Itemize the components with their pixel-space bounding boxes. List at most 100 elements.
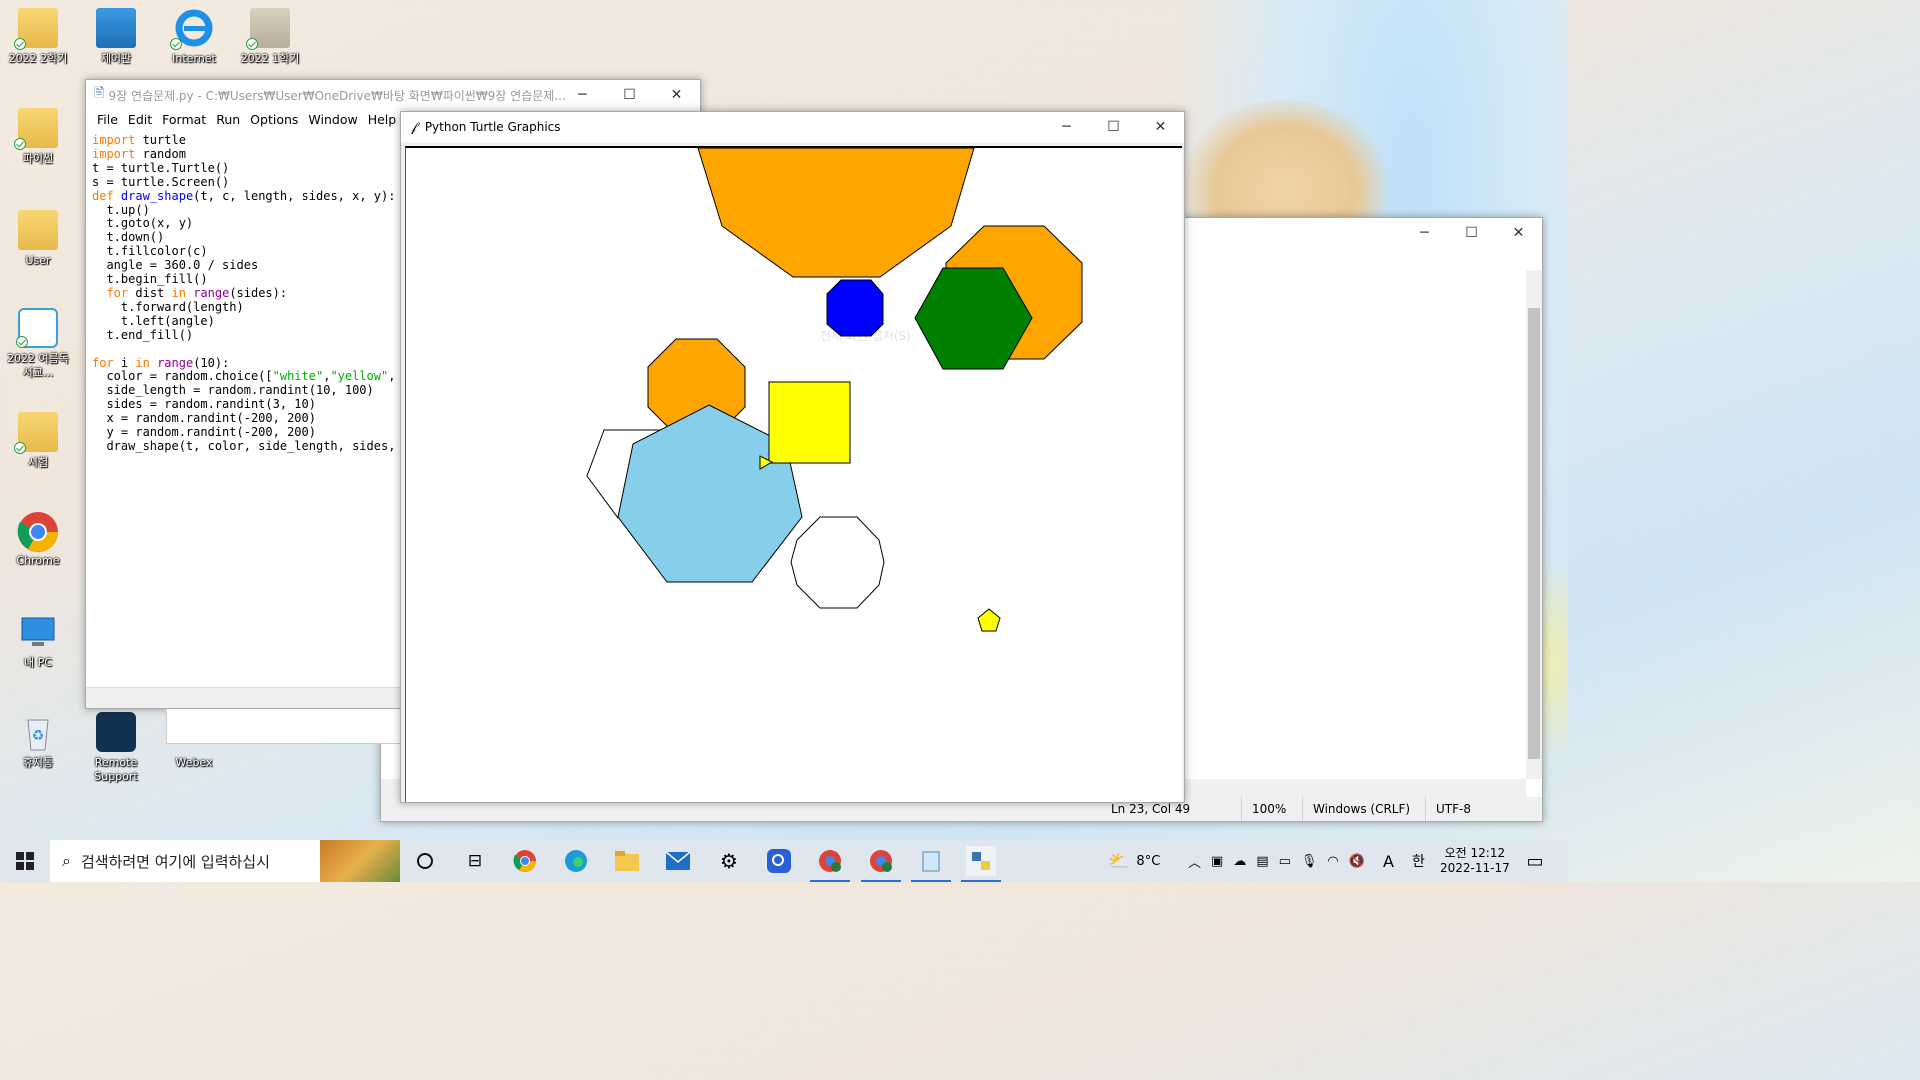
search-icon: ⌕ bbox=[62, 851, 71, 870]
taskbar-chrome[interactable] bbox=[510, 846, 540, 876]
start-button[interactable] bbox=[10, 846, 40, 876]
clock-date: 2022-11-17 bbox=[1440, 861, 1510, 875]
weather-temp: 8°C bbox=[1136, 853, 1161, 869]
menu-format[interactable]: Format bbox=[157, 110, 211, 130]
weather-widget[interactable]: ⛅ 8°C bbox=[1108, 840, 1160, 882]
idle-title-bar[interactable]: 🖹 9장 연습문제.py - C:₩Users₩User₩OneDrive₩바탕… bbox=[86, 80, 700, 110]
taskbar-search-box[interactable]: ⌕ 검색하려면 여기에 입력하십시 bbox=[50, 840, 400, 882]
close-button[interactable]: ✕ bbox=[1495, 218, 1542, 248]
hwp-document-icon bbox=[16, 308, 58, 348]
chrome-icon bbox=[17, 510, 58, 552]
taskbar-chrome-profile-1[interactable] bbox=[815, 846, 845, 876]
sync-check-icon bbox=[14, 442, 26, 454]
notification-button[interactable]: ▭ bbox=[1520, 846, 1550, 876]
display-icon[interactable]: ▤ bbox=[1256, 854, 1268, 869]
feather-icon: 𝒻 bbox=[411, 119, 417, 135]
desktop-icon-2022-1[interactable]: 2022 1학기 bbox=[235, 8, 305, 66]
menu-help[interactable]: Help bbox=[363, 110, 402, 130]
folder-icon bbox=[14, 8, 58, 50]
microphone-icon[interactable]: 🎙 bbox=[1301, 854, 1318, 869]
menu-file[interactable]: File bbox=[92, 110, 123, 130]
taskbar-settings[interactable]: ⚙ bbox=[714, 846, 744, 876]
app-search-icon bbox=[767, 849, 791, 873]
task-view-button[interactable]: ⊟ bbox=[460, 846, 490, 876]
desktop-icon-python-folder[interactable]: 파이썬 bbox=[3, 108, 73, 166]
taskbar-file-explorer[interactable] bbox=[612, 846, 642, 876]
folder-icon bbox=[14, 108, 58, 150]
maximize-button[interactable]: ☐ bbox=[1090, 112, 1137, 142]
code-editor[interactable]: import turtle import random t = turtle.T… bbox=[92, 133, 395, 454]
clock[interactable]: 오전 12:12 2022-11-17 bbox=[1440, 840, 1510, 882]
desktop-icon-chrome[interactable]: Chrome bbox=[3, 510, 73, 568]
desktop-icon-2022-2[interactable]: 2022 2학기 bbox=[3, 8, 73, 66]
search-highlight-image bbox=[320, 840, 400, 882]
desktop-icon-internet[interactable]: Internet bbox=[159, 8, 229, 66]
chevron-up-icon[interactable]: ︿ bbox=[1188, 852, 1201, 871]
onedrive-cloud-icon[interactable]: ☁ bbox=[1233, 854, 1246, 869]
edge-icon bbox=[565, 850, 587, 872]
taskbar-notepad[interactable] bbox=[916, 846, 946, 876]
yellow-square bbox=[768, 381, 851, 464]
taskbar-python[interactable] bbox=[966, 846, 996, 876]
turtle-graphics-window[interactable]: 𝒻 Python Turtle Graphics ─ ☐ ✕ 전체 화면 캡처(… bbox=[400, 111, 1185, 803]
desktop-icon-recycle-bin[interactable]: ♻ 휴지통 bbox=[3, 712, 73, 770]
cortana-icon bbox=[417, 853, 433, 869]
desktop-icon-control-panel[interactable]: 제어판 bbox=[81, 8, 151, 66]
background-window-fragment bbox=[166, 709, 403, 744]
chrome-profile-icon bbox=[870, 850, 892, 872]
wifi-icon[interactable]: ◠ bbox=[1327, 854, 1338, 869]
menu-edit[interactable]: Edit bbox=[123, 110, 157, 130]
turtle-title-bar[interactable]: 𝒻 Python Turtle Graphics ─ ☐ ✕ bbox=[401, 112, 1184, 142]
minimize-button[interactable]: ─ bbox=[1043, 112, 1090, 142]
desktop-icon-my-pc[interactable]: 내 PC bbox=[3, 612, 73, 670]
ime-mode[interactable]: A bbox=[1383, 840, 1394, 882]
taskbar-edge[interactable] bbox=[561, 846, 591, 876]
desktop-icon-user[interactable]: User bbox=[3, 210, 73, 268]
close-button[interactable]: ✕ bbox=[1137, 112, 1184, 142]
vertical-scrollbar[interactable] bbox=[1526, 270, 1542, 779]
minimize-button[interactable]: ─ bbox=[559, 80, 606, 110]
taskbar-app-search[interactable] bbox=[764, 846, 794, 876]
maximize-button[interactable]: ☐ bbox=[606, 80, 653, 110]
clock-time: 오전 12:12 bbox=[1444, 846, 1506, 860]
windows-icon bbox=[16, 852, 34, 870]
turtle-drawing: 전체 화면 캡처(S) bbox=[586, 148, 1083, 632]
taskbar-chrome-profile-2[interactable] bbox=[866, 846, 896, 876]
weather-cloud-sun-icon: ⛅ bbox=[1108, 850, 1131, 872]
search-placeholder: 검색하려면 여기에 입력하십시 bbox=[80, 852, 270, 871]
svg-text:♻: ♻ bbox=[32, 728, 45, 744]
desktop-icon-exam[interactable]: 시험 bbox=[3, 412, 73, 470]
taskbar-mail[interactable] bbox=[663, 846, 693, 876]
capture-ghost-text: 전체 화면 캡처(S) bbox=[820, 329, 911, 343]
encoding: UTF-8 bbox=[1425, 797, 1481, 821]
mail-icon bbox=[666, 852, 690, 870]
menu-options[interactable]: Options bbox=[245, 110, 303, 130]
menu-window[interactable]: Window bbox=[303, 110, 362, 130]
orange-large-polygon bbox=[697, 148, 975, 278]
remote-support-icon bbox=[96, 712, 136, 752]
computer-icon bbox=[18, 612, 58, 652]
desktop-icon-remote-support[interactable]: Remote Support bbox=[81, 712, 151, 784]
turtle-canvas[interactable]: 전체 화면 캡처(S) bbox=[405, 146, 1182, 802]
ime-language[interactable]: 한 bbox=[1412, 840, 1425, 882]
python-file-icon: 🖹 bbox=[94, 86, 105, 101]
active-indicator bbox=[810, 880, 850, 882]
minimize-button[interactable]: ─ bbox=[1401, 218, 1448, 248]
menu-run[interactable]: Run bbox=[211, 110, 245, 130]
close-button[interactable]: ✕ bbox=[653, 80, 700, 110]
yellow-pentagon bbox=[977, 608, 1001, 632]
taskbar: ⌕ 검색하려면 여기에 입력하십시 ⊟ ⚙ ⛅ 8°C ︿ ▣ ☁ ▤ ▭ 🎙 … bbox=[0, 840, 1568, 882]
battery-icon[interactable]: ▭ bbox=[1279, 854, 1291, 869]
cortana-button[interactable] bbox=[410, 846, 440, 876]
scrollbar-thumb[interactable] bbox=[1528, 308, 1540, 759]
volume-mute-icon[interactable]: 🔇 bbox=[1349, 854, 1365, 869]
chrome-profile-icon bbox=[819, 850, 841, 872]
maximize-button[interactable]: ☐ bbox=[1448, 218, 1495, 248]
user-folder-icon bbox=[18, 210, 58, 250]
sync-check-icon bbox=[16, 336, 28, 348]
control-panel-icon bbox=[96, 8, 136, 48]
desktop-icon-summer-reading[interactable]: 2022 여름독서교... bbox=[3, 308, 73, 380]
notepad-icon bbox=[922, 851, 940, 872]
turtle-window-title: Python Turtle Graphics bbox=[424, 120, 561, 134]
meet-now-icon[interactable]: ▣ bbox=[1211, 854, 1223, 869]
